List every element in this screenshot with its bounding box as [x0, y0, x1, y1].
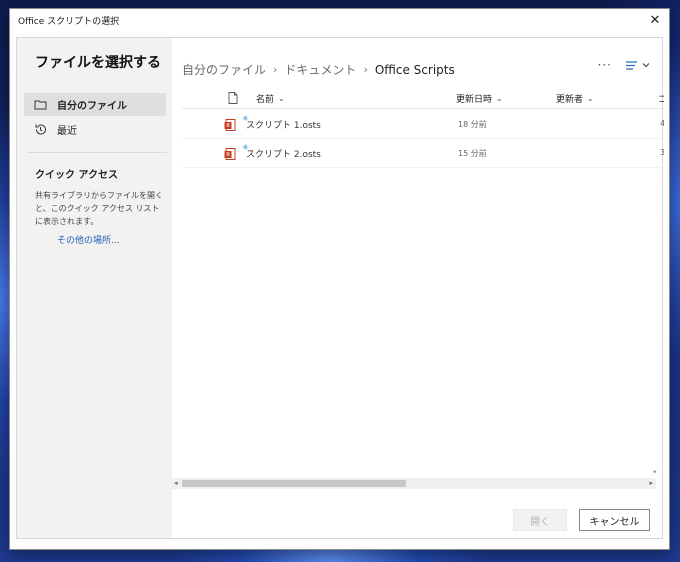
column-modified-by[interactable]: 更新者 ⌄ [556, 92, 594, 105]
scrollbar-thumb[interactable] [182, 480, 406, 487]
file-modified: 15 分前 [458, 149, 487, 158]
sidebar-item-label: 自分のファイル [57, 101, 127, 112]
file-name[interactable]: スクリプト 2.osts [246, 147, 321, 160]
open-button[interactable]: 開く [513, 509, 567, 531]
scroll-down-arrow-icon[interactable]: ▾ [653, 468, 657, 476]
view-options-button[interactable] [626, 60, 650, 70]
more-options-icon[interactable]: ··· [598, 58, 612, 72]
breadcrumb-current: Office Scripts [374, 62, 455, 77]
chevron-right-icon: › [273, 63, 278, 76]
table-row[interactable]: ✳ スクリプト 2.osts 15 分前 3 [182, 139, 664, 168]
horizontal-scrollbar[interactable]: ◂ ▸ [172, 478, 656, 489]
table-row[interactable]: ✳ スクリプト 1.osts 18 分前 4 [182, 110, 664, 139]
cancel-button[interactable]: キャンセル [579, 509, 650, 531]
file-name[interactable]: スクリプト 1.osts [246, 118, 321, 131]
main-pane: 自分のファイル › ドキュメント › Office Scripts ··· 名前… [172, 38, 664, 538]
scroll-right-arrow-icon[interactable]: ▸ [649, 478, 653, 489]
vertical-scrollbar[interactable]: ▾ [652, 86, 662, 476]
column-name-label: 名前 [256, 95, 275, 105]
sidebar-item-recent[interactable]: 最近 [24, 118, 166, 141]
column-modified-label: 更新日時 [456, 95, 493, 105]
breadcrumb-item-my-files[interactable]: 自分のファイル [182, 61, 266, 78]
sidebar-item-my-files[interactable]: 自分のファイル [24, 93, 166, 116]
column-modified[interactable]: 更新日時 ⌄ [456, 92, 503, 105]
script-file-icon [224, 117, 236, 131]
sidebar-divider [27, 152, 167, 153]
more-places-link[interactable]: その他の場所... [57, 233, 120, 246]
breadcrumb: 自分のファイル › ドキュメント › Office Scripts [182, 61, 455, 78]
sidebar-heading: ファイルを選択する [35, 55, 161, 71]
script-file-icon [224, 146, 236, 160]
title-bar: Office スクリプトの選択 ✕ [10, 9, 669, 33]
file-list-header: 名前 ⌄ 更新日時 ⌄ 更新者 ⌄ コ [182, 86, 664, 109]
scroll-left-arrow-icon[interactable]: ◂ [174, 478, 178, 489]
file-type-icon[interactable] [228, 92, 238, 104]
window-title: Office スクリプトの選択 [18, 17, 120, 27]
column-name[interactable]: 名前 ⌄ [256, 92, 285, 105]
folder-icon [34, 98, 47, 111]
sidebar: ファイルを選択する 自分のファイル 最近 クイック アクセス 共有ライブラリから… [17, 38, 172, 538]
chevron-down-icon [642, 63, 650, 68]
file-modified: 18 分前 [458, 120, 487, 129]
chevron-down-icon: ⌄ [496, 94, 503, 103]
list-view-icon [626, 60, 637, 70]
toolbar: ··· [598, 58, 650, 72]
file-list: 名前 ⌄ 更新日時 ⌄ 更新者 ⌄ コ ✳ スクリプト 1.osts 18 分前… [182, 86, 664, 476]
quick-access-title: クイック アクセス [35, 170, 118, 181]
close-icon[interactable]: ✕ [645, 11, 665, 31]
column-modified-by-label: 更新者 [556, 95, 584, 105]
chevron-right-icon: › [363, 63, 368, 76]
sidebar-item-label: 最近 [57, 126, 77, 137]
history-icon [34, 123, 47, 136]
file-picker: ファイルを選択する 自分のファイル 最近 クイック アクセス 共有ライブラリから… [16, 37, 664, 539]
breadcrumb-item-documents[interactable]: ドキュメント [284, 61, 356, 78]
chevron-down-icon: ⌄ [587, 94, 594, 103]
dialog-window: Office スクリプトの選択 ✕ ファイルを選択する 自分のファイル 最近 ク… [9, 8, 670, 550]
chevron-down-icon: ⌄ [278, 94, 285, 103]
quick-access-description: 共有ライブラリからファイルを開くと、このクイック アクセス リストに表示されます… [35, 191, 163, 226]
